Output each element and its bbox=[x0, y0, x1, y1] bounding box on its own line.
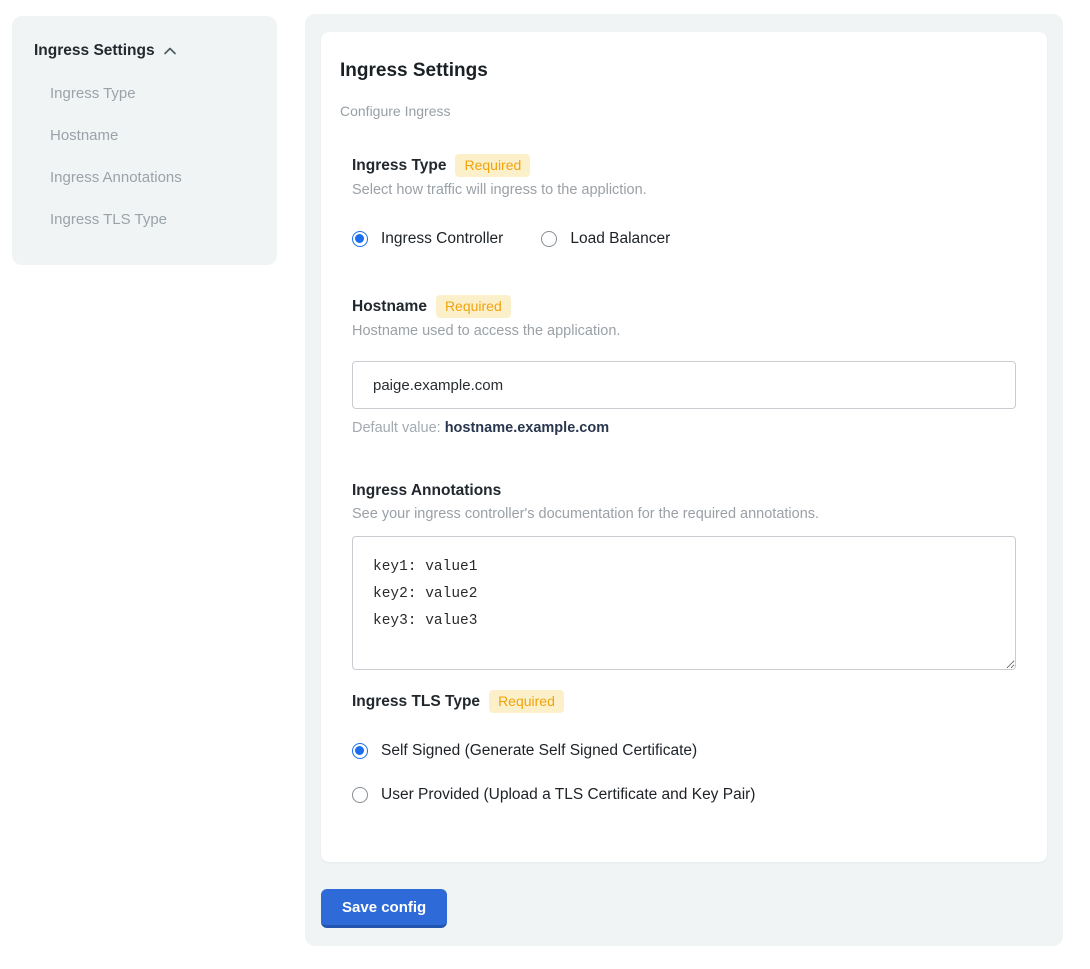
sidebar-group-ingress-settings[interactable]: Ingress Settings bbox=[34, 42, 277, 60]
ingress-settings-card: Ingress Settings Configure Ingress Ingre… bbox=[321, 32, 1047, 862]
required-badge: Required bbox=[489, 690, 564, 713]
radio-selected-icon bbox=[352, 231, 368, 247]
ingress-type-label: Ingress Type bbox=[352, 156, 446, 176]
save-config-button[interactable]: Save config bbox=[321, 889, 447, 928]
ingress-type-heading-row: Ingress Type Required bbox=[352, 154, 1016, 177]
hostname-input[interactable] bbox=[352, 361, 1016, 409]
radio-label: Ingress Controller bbox=[381, 229, 503, 248]
chevron-up-icon bbox=[162, 43, 178, 59]
radio-ingress-controller[interactable]: Ingress Controller bbox=[352, 229, 503, 248]
form-sections: Ingress Type Required Select how traffic… bbox=[352, 154, 1016, 804]
settings-sidebar: Ingress Settings Ingress Type Hostname I… bbox=[12, 16, 277, 265]
sidebar-item-hostname[interactable]: Hostname bbox=[50, 128, 277, 144]
sidebar-item-ingress-annotations[interactable]: Ingress Annotations bbox=[50, 170, 277, 186]
radio-label: Self Signed (Generate Self Signed Certif… bbox=[381, 741, 697, 760]
required-badge: Required bbox=[436, 295, 511, 318]
radio-selected-icon bbox=[352, 743, 368, 759]
page-subtitle: Configure Ingress bbox=[340, 103, 1016, 120]
radio-label: User Provided (Upload a TLS Certificate … bbox=[381, 785, 755, 804]
radio-unselected-icon bbox=[541, 231, 557, 247]
radio-label: Load Balancer bbox=[570, 229, 670, 248]
ingress-annotations-help: See your ingress controller's documentat… bbox=[352, 506, 1016, 523]
ingress-annotations-textarea[interactable]: key1: value1 key2: value2 key3: value3 bbox=[352, 536, 1016, 670]
hostname-heading-row: Hostname Required bbox=[352, 295, 1016, 318]
radio-unselected-icon bbox=[352, 787, 368, 803]
ingress-tls-type-heading-row: Ingress TLS Type Required bbox=[352, 690, 1016, 713]
hostname-help: Hostname used to access the application. bbox=[352, 323, 1016, 340]
ingress-type-help: Select how traffic will ingress to the a… bbox=[352, 182, 1016, 199]
radio-load-balancer[interactable]: Load Balancer bbox=[541, 229, 670, 248]
sidebar-group-label: Ingress Settings bbox=[34, 42, 155, 60]
sidebar-item-ingress-type[interactable]: Ingress Type bbox=[50, 86, 277, 102]
hostname-label: Hostname bbox=[352, 297, 427, 317]
ingress-type-radio-group: Ingress Controller Load Balancer bbox=[352, 229, 1016, 248]
required-badge: Required bbox=[455, 154, 530, 177]
sidebar-item-ingress-tls-type[interactable]: Ingress TLS Type bbox=[50, 212, 277, 228]
hostname-default-line: Default value: hostname.example.com bbox=[352, 420, 1016, 436]
radio-self-signed[interactable]: Self Signed (Generate Self Signed Certif… bbox=[352, 741, 1016, 760]
ingress-annotations-heading-row: Ingress Annotations bbox=[352, 481, 1016, 501]
default-value-prefix: Default value: bbox=[352, 420, 445, 436]
ingress-tls-type-label: Ingress TLS Type bbox=[352, 692, 480, 712]
radio-user-provided[interactable]: User Provided (Upload a TLS Certificate … bbox=[352, 785, 1016, 804]
ingress-settings-panel: Ingress Settings Configure Ingress Ingre… bbox=[305, 14, 1063, 946]
default-value-text: hostname.example.com bbox=[445, 420, 609, 436]
ingress-annotations-label: Ingress Annotations bbox=[352, 481, 501, 501]
page-title: Ingress Settings bbox=[340, 59, 1016, 83]
sidebar-item-list: Ingress Type Hostname Ingress Annotation… bbox=[34, 86, 277, 228]
